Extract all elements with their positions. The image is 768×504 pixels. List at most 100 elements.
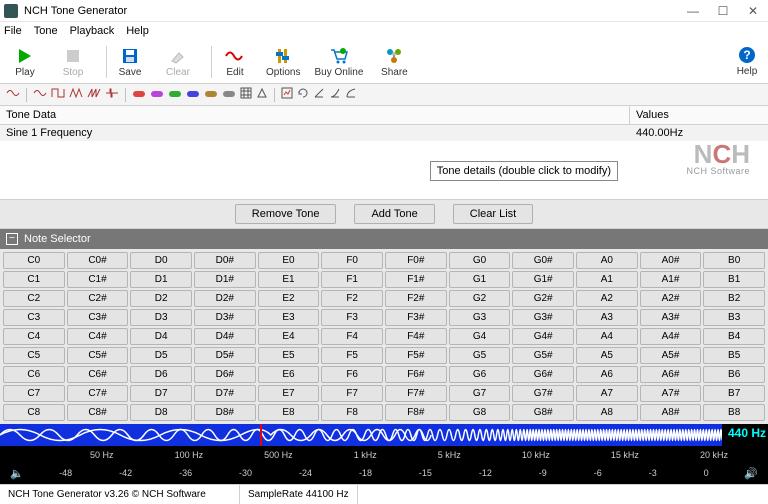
note-A6sharp[interactable]: A6# [640,366,702,383]
note-F3[interactable]: F3 [321,309,383,326]
sweep-icon[interactable] [256,87,268,102]
waveform-saw-icon[interactable] [87,87,101,102]
note-D7sharp[interactable]: D7# [194,385,256,402]
note-C5sharp[interactable]: C5# [67,347,129,364]
note-D6sharp[interactable]: D6# [194,366,256,383]
note-C1sharp[interactable]: C1# [67,271,129,288]
note-G7sharp[interactable]: G7# [512,385,574,402]
cycle-icon[interactable] [297,87,309,102]
note-D0[interactable]: D0 [130,252,192,269]
note-C5[interactable]: C5 [3,347,65,364]
note-C3[interactable]: C3 [3,309,65,326]
note-F0sharp[interactable]: F0# [385,252,447,269]
note-A0[interactable]: A0 [576,252,638,269]
noise-pink-icon[interactable] [150,89,164,101]
note-E1[interactable]: E1 [258,271,320,288]
note-D7[interactable]: D7 [130,385,192,402]
buy-online-button[interactable]: Buy Online [314,45,363,78]
graph-icon[interactable] [281,87,293,102]
note-A3sharp[interactable]: A3# [640,309,702,326]
options-button[interactable]: Options [266,45,300,78]
note-F2[interactable]: F2 [321,290,383,307]
note-B1[interactable]: B1 [703,271,765,288]
note-G8[interactable]: G8 [449,404,511,421]
note-F6[interactable]: F6 [321,366,383,383]
sweep-log-icon[interactable] [329,87,341,102]
note-C1[interactable]: C1 [3,271,65,288]
note-C8[interactable]: C8 [3,404,65,421]
note-F0[interactable]: F0 [321,252,383,269]
waveform-sine-icon[interactable] [33,87,47,102]
note-G4sharp[interactable]: G4# [512,328,574,345]
note-D1[interactable]: D1 [130,271,192,288]
note-G0[interactable]: G0 [449,252,511,269]
clear-list-button[interactable]: Clear List [453,204,533,224]
note-D4[interactable]: D4 [130,328,192,345]
frequency-marker[interactable] [260,424,262,446]
note-D4sharp[interactable]: D4# [194,328,256,345]
note-F4sharp[interactable]: F4# [385,328,447,345]
note-D8sharp[interactable]: D8# [194,404,256,421]
note-F8sharp[interactable]: F8# [385,404,447,421]
note-F5sharp[interactable]: F5# [385,347,447,364]
note-G4[interactable]: G4 [449,328,511,345]
note-D6[interactable]: D6 [130,366,192,383]
waveform-impulse-icon[interactable] [105,87,119,102]
note-E3[interactable]: E3 [258,309,320,326]
sweep-exp-icon[interactable] [345,87,357,102]
dtmf-icon[interactable] [240,87,252,102]
note-G1sharp[interactable]: G1# [512,271,574,288]
note-C3sharp[interactable]: C3# [67,309,129,326]
note-G5[interactable]: G5 [449,347,511,364]
note-A1[interactable]: A1 [576,271,638,288]
note-B8[interactable]: B8 [703,404,765,421]
note-G0sharp[interactable]: G0# [512,252,574,269]
note-E8[interactable]: E8 [258,404,320,421]
column-tone-data[interactable]: Tone Data [0,106,630,124]
note-D0sharp[interactable]: D0# [194,252,256,269]
note-A0sharp[interactable]: A0# [640,252,702,269]
note-A7[interactable]: A7 [576,385,638,402]
note-G3[interactable]: G3 [449,309,511,326]
note-D3sharp[interactable]: D3# [194,309,256,326]
column-values[interactable]: Values [630,106,768,124]
note-C0sharp[interactable]: C0# [67,252,129,269]
note-F7sharp[interactable]: F7# [385,385,447,402]
note-F6sharp[interactable]: F6# [385,366,447,383]
noise-grey-icon[interactable] [222,89,236,101]
note-G6sharp[interactable]: G6# [512,366,574,383]
note-A1sharp[interactable]: A1# [640,271,702,288]
note-G6[interactable]: G6 [449,366,511,383]
waveform-triangle-icon[interactable] [69,87,83,102]
menu-playback[interactable]: Playback [70,25,115,37]
note-D5sharp[interactable]: D5# [194,347,256,364]
volume-slider[interactable]: 🔈 -48-42-36-30-24-18-15-12-9-6-30 🔊 [0,462,768,484]
save-button[interactable]: Save [113,45,147,78]
note-G1[interactable]: G1 [449,271,511,288]
noise-band2-icon[interactable] [186,89,200,101]
menu-help[interactable]: Help [126,25,149,37]
stop-button[interactable]: Stop [56,45,90,78]
close-button[interactable]: ✕ [738,0,768,22]
note-G3sharp[interactable]: G3# [512,309,574,326]
note-A5[interactable]: A5 [576,347,638,364]
noise-band-icon[interactable] [168,89,182,101]
note-B7[interactable]: B7 [703,385,765,402]
note-A7sharp[interactable]: A7# [640,385,702,402]
note-D1sharp[interactable]: D1# [194,271,256,288]
note-selector-header[interactable]: − Note Selector [0,229,768,249]
note-G2[interactable]: G2 [449,290,511,307]
minimize-button[interactable]: — [678,0,708,22]
note-C7sharp[interactable]: C7# [67,385,129,402]
note-A8[interactable]: A8 [576,404,638,421]
note-C4[interactable]: C4 [3,328,65,345]
note-E7[interactable]: E7 [258,385,320,402]
note-E5[interactable]: E5 [258,347,320,364]
note-E4[interactable]: E4 [258,328,320,345]
sweep-linear-icon[interactable] [313,87,325,102]
note-A5sharp[interactable]: A5# [640,347,702,364]
maximize-button[interactable]: ☐ [708,0,738,22]
clear-button[interactable]: Clear [161,45,195,78]
note-C6[interactable]: C6 [3,366,65,383]
tone-row[interactable]: Sine 1 Frequency 440.00Hz [0,125,768,141]
